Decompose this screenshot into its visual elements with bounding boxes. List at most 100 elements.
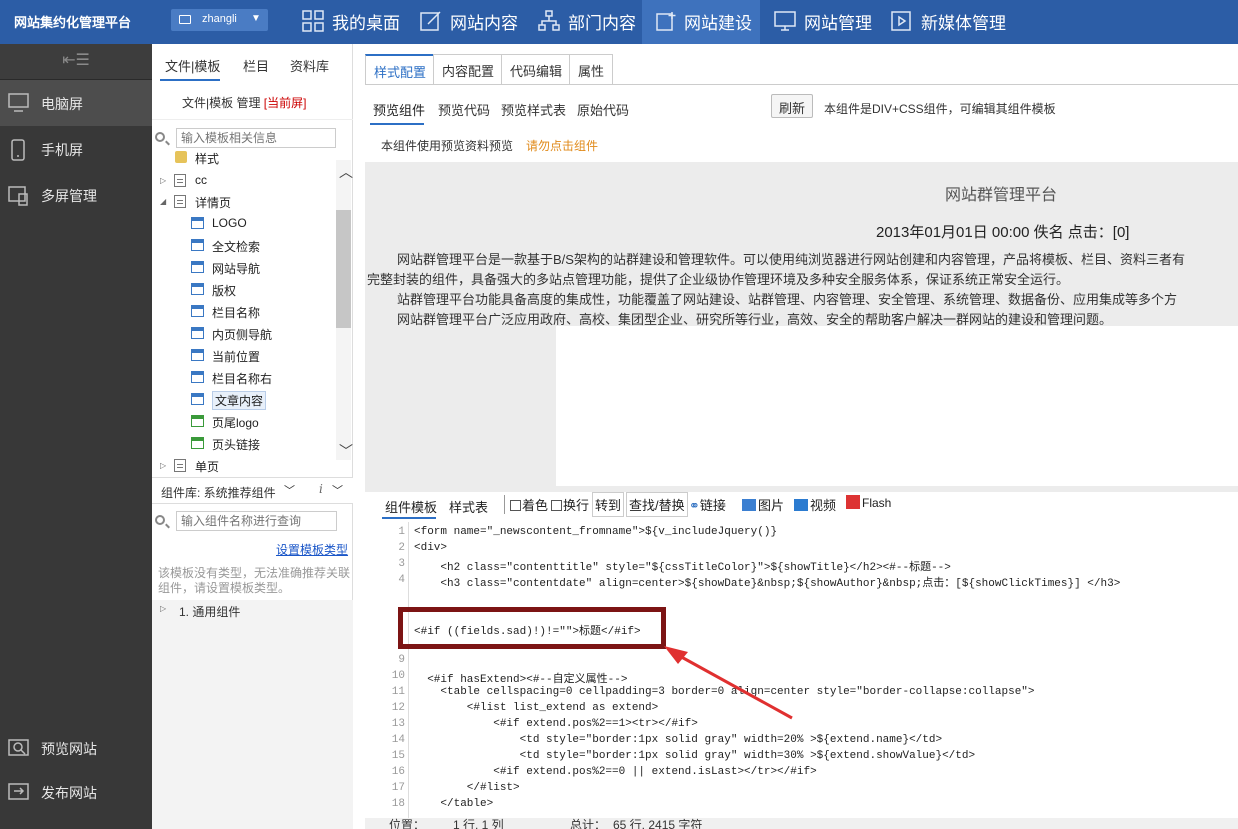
scroll-up-icon[interactable]: ︿ — [339, 162, 353, 182]
tree-scrollbar-thumb[interactable] — [336, 210, 351, 328]
folder-gear-icon — [175, 151, 187, 163]
menu-toggle-icon[interactable]: ⇤☰ — [0, 44, 152, 80]
user-dropdown[interactable]: zhangli ▼ — [171, 9, 268, 31]
code-editor[interactable]: 1 <form name="_newscontent_fromname">${v… — [365, 522, 1238, 818]
highlight-box — [398, 607, 666, 649]
tab-library[interactable]: 资料库 — [290, 56, 329, 75]
page-icon — [174, 459, 186, 472]
sidebar-item-mobile-screen[interactable]: 手机屏 — [0, 126, 152, 172]
widget-icon — [191, 415, 204, 427]
code-line[interactable]: <#if extend.pos%2==0 || extend.isLast></… — [414, 766, 816, 778]
page-icon — [174, 195, 186, 208]
tree-node-label: 栏目名称 — [212, 306, 261, 320]
tab-properties[interactable]: 属性 — [569, 54, 614, 85]
line-number: 13 — [391, 718, 405, 730]
expand-icon[interactable]: ▷ — [160, 176, 166, 185]
tab-stylesheet[interactable]: 样式表 — [449, 497, 488, 516]
subtab-underline — [370, 123, 424, 125]
tab-component-template[interactable]: 组件模板 — [385, 497, 437, 516]
expand-icon[interactable]: ▷ — [160, 461, 166, 470]
code-line[interactable]: <#list list_extend as extend> — [414, 702, 658, 714]
user-name: zhangli — [202, 13, 237, 25]
nav-label: 网站内容 — [450, 14, 518, 33]
image-button[interactable]: 图片 — [742, 495, 784, 514]
nav-desktop[interactable]: 我的桌面 — [302, 0, 414, 44]
refresh-button[interactable]: 刷新 — [771, 94, 814, 118]
code-line[interactable]: <td style="border:1px solid gray" width=… — [414, 734, 942, 746]
set-template-type-link[interactable]: 设置模板类型 — [276, 541, 348, 558]
status-total-label: 总计： — [570, 818, 607, 829]
subtab-preview-css[interactable]: 预览样式表 — [501, 100, 566, 119]
multi-screen-icon — [8, 186, 28, 206]
template-search-input[interactable] — [176, 128, 336, 148]
monitor-icon — [774, 11, 796, 31]
preview-paragraph: 站群管理平台功能具备高度的集成性，功能覆盖了网站建设、站群管理、内容管理、安全管… — [397, 292, 1178, 307]
video-button[interactable]: 视频 — [794, 495, 836, 514]
tab-content-config[interactable]: 内容配置 — [433, 54, 504, 85]
line-number: 1 — [398, 526, 405, 538]
code-line[interactable]: <h2 class="contenttitle" style="${cssTit… — [414, 558, 951, 574]
editor-tab-underline — [382, 517, 436, 519]
nav-site-build[interactable]: 网站建设 — [642, 0, 760, 44]
checkbox-icon[interactable] — [551, 500, 562, 511]
subtab-raw-code[interactable]: 原始代码 — [577, 100, 629, 119]
flash-button[interactable]: Flash — [846, 495, 891, 510]
color-checkbox[interactable]: 着色 — [504, 495, 548, 514]
expand-icon[interactable]: ▷ — [160, 604, 166, 613]
component-group-row[interactable]: ▷ 1. 通用组件 — [152, 600, 353, 620]
sidebar-item-label: 多屏管理 — [41, 188, 97, 204]
monitor-icon — [179, 15, 191, 24]
status-position-label: 位置： — [389, 818, 426, 829]
tab-code-edit[interactable]: 代码编辑 — [501, 54, 572, 85]
tree-tabs: 文件|模板 栏目 资料库 — [152, 44, 353, 82]
code-line[interactable]: </table> — [414, 798, 493, 810]
search-icon — [155, 515, 165, 525]
collapse-icon[interactable]: ◢ — [160, 197, 166, 206]
link-button[interactable]: ⚭链接 — [689, 495, 726, 514]
publish-site-label: 发布网站 — [41, 785, 97, 801]
tree-node-label: LOGO — [212, 216, 247, 230]
chevron-down-icon[interactable]: ﹀ — [332, 482, 343, 498]
code-line[interactable]: <#if hasExtend><#--自定义属性--> — [414, 670, 627, 686]
checkbox-icon[interactable] — [510, 500, 521, 511]
scroll-down-icon[interactable]: ﹀ — [339, 441, 353, 461]
find-replace-button[interactable]: 查找/替换 — [626, 492, 688, 517]
code-line[interactable]: </#list> — [414, 782, 520, 794]
nav-site-content[interactable]: 网站内容 — [420, 0, 532, 44]
line-number: 15 — [391, 750, 405, 762]
wrap-checkbox[interactable]: 换行 — [551, 495, 589, 514]
image-icon — [742, 499, 756, 511]
subtab-preview-code[interactable]: 预览代码 — [438, 100, 490, 119]
publish-site-button[interactable]: 发布网站 — [0, 772, 152, 814]
code-line[interactable]: <table cellspacing=0 cellpadding=3 borde… — [414, 686, 1034, 698]
nav-dept-content[interactable]: 部门内容 — [538, 0, 650, 44]
info-icon[interactable]: i — [319, 482, 323, 496]
code-line[interactable]: <form name="_newscontent_fromname">${v_i… — [414, 526, 777, 538]
nav-label: 我的桌面 — [332, 14, 400, 33]
monitor-icon — [8, 93, 29, 112]
tree-node-label: 单页 — [195, 460, 220, 474]
chevron-down-icon[interactable]: ﹀ — [284, 482, 295, 498]
tab-style-config[interactable]: 样式配置 — [365, 54, 436, 85]
component-library-header[interactable]: 组件库: 系统推荐组件 ﹀ i ﹀ — [152, 477, 353, 504]
tree-node-label: 内页侧导航 — [212, 328, 273, 342]
button-label: Flash — [862, 496, 892, 510]
grid-icon — [302, 10, 324, 32]
nav-new-media[interactable]: 新媒体管理 — [891, 0, 1011, 44]
subtab-preview-component[interactable]: 预览组件 — [373, 100, 425, 119]
tab-columns[interactable]: 栏目 — [243, 56, 269, 75]
goto-button[interactable]: 转到 — [592, 492, 625, 517]
sidebar-item-multi-screen[interactable]: 多屏管理 — [0, 172, 152, 218]
widget-icon — [191, 305, 204, 317]
code-line[interactable]: <div> — [414, 542, 447, 554]
code-line[interactable]: <td style="border:1px solid gray" width=… — [414, 750, 975, 762]
component-search-input[interactable] — [176, 511, 337, 531]
code-line[interactable]: <#if extend.pos%2==1><tr></#if> — [414, 718, 698, 730]
sidebar-item-desktop-screen[interactable]: 电脑屏 — [0, 80, 152, 126]
tab-file-template[interactable]: 文件|模板 — [165, 56, 220, 75]
code-line[interactable]: <h3 class="contentdate" align=center>${s… — [414, 574, 1120, 590]
preview-warning: 请勿点击组件 — [526, 139, 599, 153]
preview-site-button[interactable]: 预览网站 — [0, 728, 152, 770]
line-number: 11 — [391, 686, 405, 698]
nav-site-manage[interactable]: 网站管理 — [774, 0, 886, 44]
